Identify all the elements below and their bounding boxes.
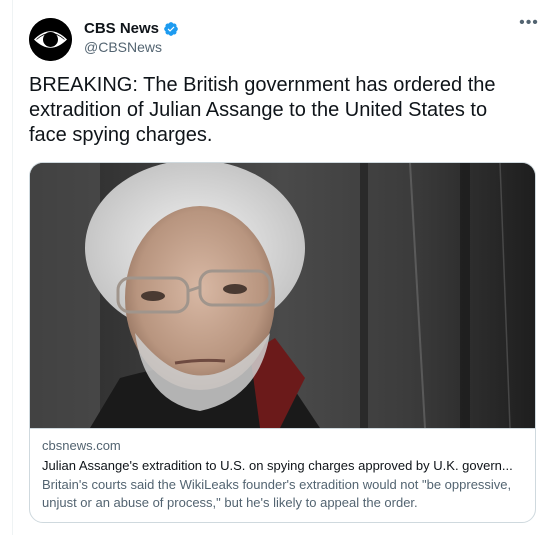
verified-badge-icon: [164, 22, 178, 36]
card-body: cbsnews.com Julian Assange's extradition…: [30, 428, 535, 522]
more-options-button[interactable]: •••: [515, 14, 543, 34]
tweet-text: BREAKING: The British government has ord…: [29, 74, 496, 146]
card-domain: cbsnews.com: [42, 438, 121, 453]
article-photo-icon[interactable]: [30, 163, 535, 428]
user-handle[interactable]: @CBSNews: [84, 38, 162, 56]
card-description: Britain's courts said the WikiLeaks foun…: [42, 477, 512, 510]
avatar[interactable]: [29, 18, 72, 61]
tweet-header: CBS News @CBSNews •••: [13, 0, 555, 70]
cbs-eye-logo-icon: [29, 18, 72, 61]
display-name[interactable]: CBS News: [84, 20, 159, 38]
card-title[interactable]: Julian Assange's extradition to U.S. on …: [42, 457, 523, 475]
tweet[interactable]: CBS News @CBSNews ••• BREAKING: The Brit…: [12, 0, 555, 535]
link-card[interactable]: cbsnews.com Julian Assange's extradition…: [29, 162, 536, 523]
